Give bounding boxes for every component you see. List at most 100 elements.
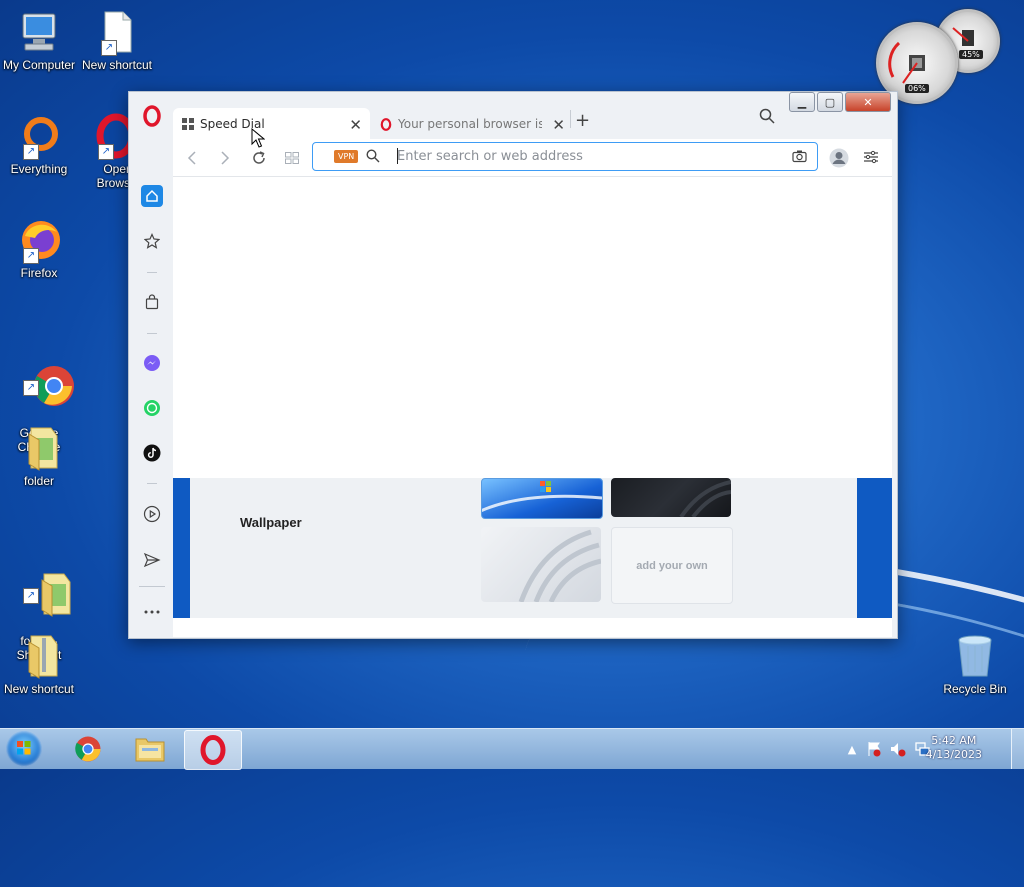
- sidebar-bookmarks-icon[interactable]: [141, 230, 163, 252]
- clock-date: 4/13/2023: [925, 748, 982, 761]
- back-button[interactable]: [182, 148, 202, 168]
- folder-icon: ↗: [15, 556, 71, 617]
- maximize-button[interactable]: ▢: [817, 92, 843, 112]
- start-button[interactable]: [6, 731, 42, 767]
- zip-folder-icon: [15, 632, 63, 680]
- close-tab-icon[interactable]: ✕: [552, 116, 565, 134]
- send-icon[interactable]: [141, 549, 163, 571]
- tab-opera-welcome[interactable]: Your personal browser is a ✕: [375, 108, 565, 140]
- system-clock[interactable]: 5:42 AM 4/13/2023: [926, 734, 982, 762]
- volume-muted-icon[interactable]: [890, 741, 906, 757]
- text-caret: [397, 148, 398, 164]
- opera-icon: ↗: [82, 112, 134, 160]
- desktop-icon-firefox[interactable]: ↗ Firefox: [0, 216, 78, 280]
- close-tab-icon[interactable]: ✕: [349, 116, 362, 134]
- opera-browser-window[interactable]: Speed Dial ✕ Your personal browser is a …: [128, 91, 898, 639]
- reload-button[interactable]: [249, 148, 269, 168]
- maximize-icon: ▢: [824, 95, 836, 109]
- new-tab-plus-icon[interactable]: +: [575, 110, 590, 131]
- speed-dial-grid-icon: [182, 118, 194, 130]
- browser-toolbar: VPN: [173, 139, 892, 177]
- sidebar-separator: [147, 272, 157, 273]
- taskbar-opera-button[interactable]: [184, 730, 242, 770]
- vpn-badge[interactable]: VPN: [334, 150, 359, 163]
- chevron-up-icon: ▲: [847, 742, 857, 756]
- memory-percent: 45%: [959, 50, 983, 59]
- tiktok-icon[interactable]: [141, 442, 163, 464]
- camera-icon[interactable]: [792, 149, 807, 163]
- address-bar[interactable]: VPN: [312, 142, 818, 171]
- opera-menu-icon[interactable]: [141, 105, 163, 127]
- minimize-button[interactable]: ▁: [789, 92, 815, 112]
- show-hidden-icons-button[interactable]: ▲: [844, 741, 860, 757]
- desktop-icon-my-computer[interactable]: My Computer: [0, 8, 78, 72]
- add-your-own-label: add your own: [636, 559, 708, 572]
- everything-search-icon: ↗: [15, 112, 63, 160]
- shortcut-arrow-icon: ↗: [23, 380, 39, 396]
- show-desktop-button[interactable]: [1011, 729, 1024, 769]
- desktop-icon-label: Oper Brows: [96, 162, 130, 190]
- address-input[interactable]: [397, 145, 777, 167]
- sidebar-home-icon[interactable]: [141, 185, 163, 207]
- close-icon: ✕: [863, 95, 873, 109]
- shortcut-arrow-icon: ↗: [23, 144, 39, 160]
- wallpaper-panel: Wallpaper add your own: [190, 478, 857, 618]
- wallpaper-section: Wallpaper add your own: [173, 478, 892, 618]
- desktop-icon-label: My Computer: [2, 58, 76, 72]
- cpu-percent: 06%: [905, 84, 929, 93]
- shortcut-arrow-icon: ↗: [98, 144, 114, 160]
- desktop-icon-recycle-bin[interactable]: Recycle Bin: [936, 632, 1014, 696]
- sidebar-separator: [139, 586, 165, 587]
- shortcut-arrow-icon: ↗: [23, 248, 39, 264]
- desktop-icon-label: Firefox: [20, 266, 58, 280]
- desktop-icon-new-shortcut-zip[interactable]: New shortcut: [0, 632, 78, 696]
- desktop-icon-opera[interactable]: ↗ Oper Brows: [78, 112, 134, 190]
- minimize-icon: ▁: [797, 95, 807, 109]
- wallpaper-thumb-windows7[interactable]: [481, 478, 603, 519]
- sidebar-separator: [147, 483, 157, 484]
- player-icon[interactable]: [141, 503, 163, 525]
- wallpaper-thumb-light[interactable]: [481, 527, 601, 602]
- messenger-icon[interactable]: [141, 352, 163, 374]
- opera-sidebar: [129, 92, 173, 638]
- blank-file-icon: ↗: [93, 8, 141, 56]
- taskbar-chrome-button[interactable]: [60, 730, 116, 768]
- recycle-bin-icon: [951, 632, 999, 680]
- desktop-icon-label: Everything: [10, 162, 68, 176]
- back-arrow-icon: [187, 151, 196, 165]
- easy-setup-icon[interactable]: [863, 150, 879, 167]
- computer-icon: [15, 8, 63, 56]
- folder-icon: [135, 738, 165, 762]
- desktop-icon-label: New shortcut: [81, 58, 153, 72]
- desktop-icon-new-shortcut[interactable]: ↗ New shortcut: [78, 8, 156, 72]
- whatsapp-icon[interactable]: [141, 397, 163, 419]
- shortcut-arrow-icon: ↗: [23, 588, 39, 604]
- sidebar-shopping-icon[interactable]: [141, 291, 163, 313]
- mouse-cursor-icon: [251, 127, 266, 151]
- taskbar-explorer-button[interactable]: [122, 730, 178, 768]
- taskbar: ▲ 5:42 AM 4/13/2023: [0, 728, 1024, 770]
- more-icon[interactable]: [141, 601, 163, 623]
- opera-icon: [200, 735, 226, 765]
- wallpaper-thumb-dark[interactable]: [611, 478, 731, 517]
- tab-search-icon[interactable]: [759, 108, 775, 127]
- forward-button[interactable]: [215, 148, 235, 168]
- close-window-button[interactable]: ✕: [845, 92, 891, 112]
- profile-avatar-icon[interactable]: [829, 148, 849, 171]
- action-center-icon[interactable]: [866, 741, 882, 757]
- firefox-icon: ↗: [15, 216, 63, 264]
- windows-logo-icon: [17, 741, 31, 755]
- sidebar-separator: [147, 333, 157, 334]
- search-icon: [366, 149, 380, 163]
- tab-grid-button[interactable]: [282, 148, 302, 168]
- chrome-icon: [75, 736, 101, 762]
- tab-strip: Speed Dial ✕ Your personal browser is a …: [173, 104, 896, 140]
- desktop-icon-label: Recycle Bin: [943, 682, 1007, 696]
- reload-icon: [253, 151, 265, 164]
- tab-speed-dial[interactable]: Speed Dial ✕: [173, 108, 370, 140]
- shortcut-arrow-icon: ↗: [101, 40, 117, 56]
- add-your-own-wallpaper-button[interactable]: add your own: [611, 527, 733, 604]
- desktop-icon-folder[interactable]: folder: [0, 424, 78, 488]
- desktop-icon-everything[interactable]: ↗ Everything: [0, 112, 78, 176]
- folder-icon: [15, 424, 63, 472]
